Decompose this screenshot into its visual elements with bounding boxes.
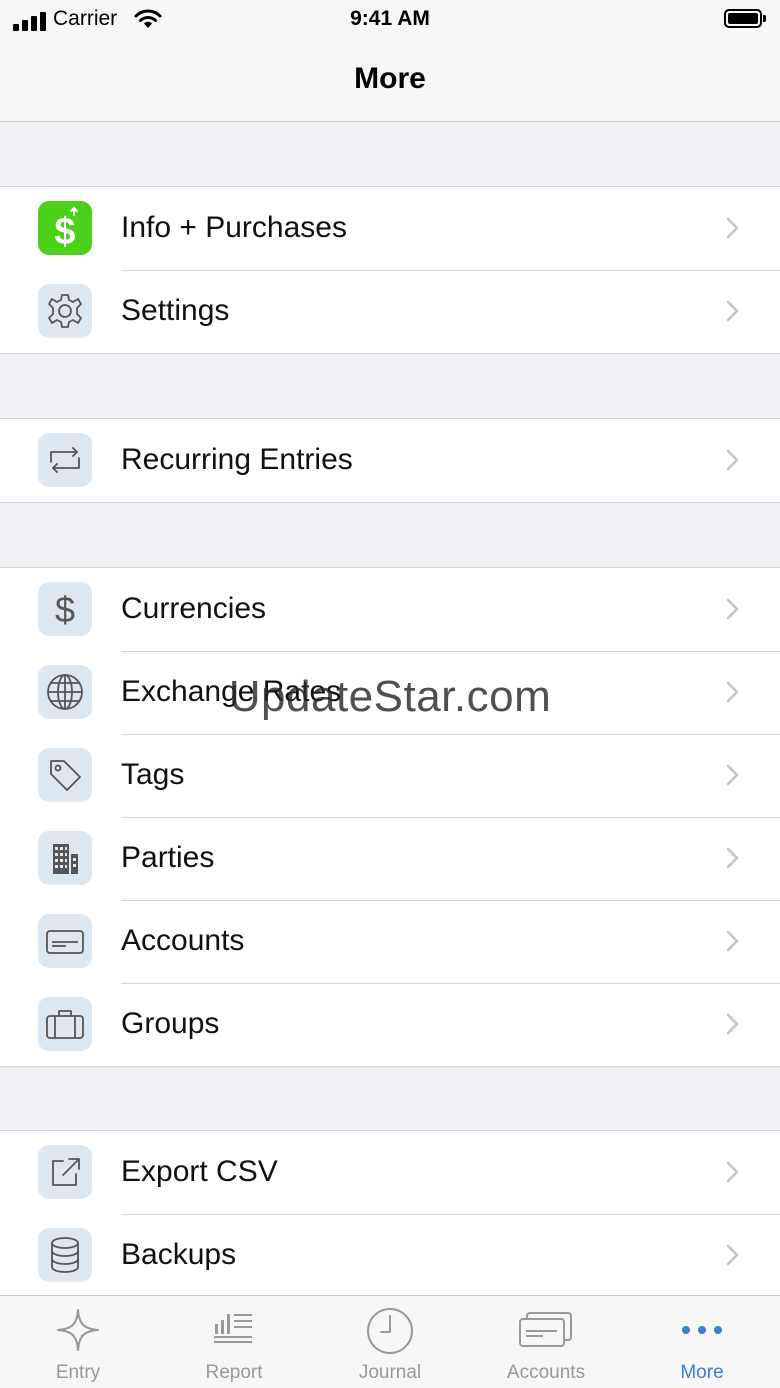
tab-entry[interactable]: Entry <box>0 1296 156 1388</box>
chevron-right-icon <box>726 1013 739 1035</box>
chevron-right-icon <box>726 300 739 322</box>
row-info-purchases[interactable]: $ Info + Purchases <box>0 187 780 270</box>
page-title: More <box>354 62 426 95</box>
row-label: Parties <box>121 841 215 874</box>
row-label: Backups <box>121 1238 237 1271</box>
row-label: Currencies <box>121 592 267 625</box>
section-account: $ Info + Purchases Settings <box>0 186 780 354</box>
chevron-right-icon <box>726 764 739 786</box>
bar-chart-icon <box>214 1314 252 1343</box>
row-label: Groups <box>121 1007 220 1040</box>
watermark-text: UpdateStar.com <box>228 672 552 721</box>
tab-label: Report <box>205 1362 263 1383</box>
tab-bar: Entry Report Journal Accounts More <box>0 1295 780 1388</box>
svg-text:$: $ <box>54 211 75 253</box>
navigation-bar: More <box>0 40 780 122</box>
row-groups[interactable]: Groups <box>0 983 780 1066</box>
buildings-icon <box>38 831 92 885</box>
svg-text:$: $ <box>55 589 75 629</box>
export-icon <box>38 1145 92 1199</box>
tab-label: Journal <box>358 1362 422 1383</box>
tab-label: Accounts <box>506 1362 586 1383</box>
gear-icon <box>38 284 92 338</box>
row-currencies[interactable]: $ Currencies <box>0 568 780 651</box>
dollar-sign-icon: $ <box>38 201 92 255</box>
briefcase-icon <box>38 997 92 1051</box>
chevron-right-icon <box>726 1161 739 1183</box>
status-time: 9:41 AM <box>350 7 430 30</box>
battery-icon <box>724 9 766 28</box>
tab-label: Entry <box>55 1362 101 1383</box>
row-accounts[interactable]: Accounts <box>0 900 780 983</box>
card-icon <box>38 914 92 968</box>
tab-more[interactable]: More <box>624 1296 780 1388</box>
row-backups[interactable]: Backups <box>0 1214 780 1297</box>
tab-journal[interactable]: Journal <box>312 1296 468 1388</box>
status-bar: Carrier 9:41 AM <box>0 0 780 40</box>
plus-sparkle-icon <box>57 1309 99 1351</box>
row-label: Recurring Entries <box>121 443 353 476</box>
row-label: Info + Purchases <box>121 211 347 244</box>
database-icon <box>38 1228 92 1282</box>
clock-icon <box>367 1308 413 1354</box>
row-tags[interactable]: Tags <box>0 734 780 817</box>
tag-icon <box>38 748 92 802</box>
tab-report[interactable]: Report <box>156 1296 312 1388</box>
section-export: Export CSV Backups <box>0 1130 780 1297</box>
chevron-right-icon <box>726 449 739 471</box>
ellipsis-icon <box>682 1326 722 1334</box>
row-export-csv[interactable]: Export CSV <box>0 1131 780 1214</box>
chevron-right-icon <box>726 847 739 869</box>
section-recurring: Recurring Entries <box>0 418 780 503</box>
chevron-right-icon <box>726 598 739 620</box>
row-label: Settings <box>121 294 230 327</box>
chevron-right-icon <box>726 1244 739 1266</box>
tab-accounts[interactable]: Accounts <box>468 1296 624 1388</box>
cards-icon <box>519 1312 572 1347</box>
currency-dollar-icon: $ <box>38 582 92 636</box>
row-settings[interactable]: Settings <box>0 270 780 353</box>
section-data: $ Currencies Exchange Rates Tags Parties… <box>0 567 780 1067</box>
repeat-icon <box>38 433 92 487</box>
row-label: Accounts <box>121 924 245 957</box>
chevron-right-icon <box>726 217 739 239</box>
chevron-right-icon <box>726 930 739 952</box>
row-label: Tags <box>121 758 185 791</box>
row-recurring-entries[interactable]: Recurring Entries <box>0 419 780 502</box>
tab-label: More <box>680 1362 724 1383</box>
row-label: Export CSV <box>121 1155 278 1188</box>
row-parties[interactable]: Parties <box>0 817 780 900</box>
